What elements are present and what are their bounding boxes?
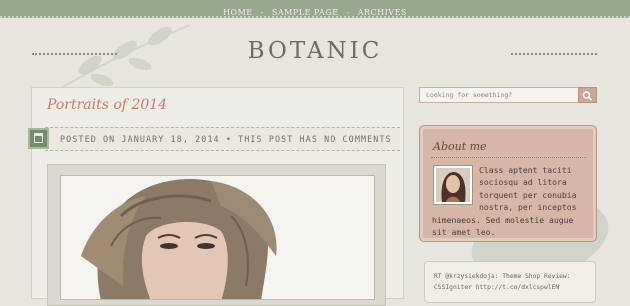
- search-input[interactable]: [420, 88, 578, 102]
- nav-item-sample-page[interactable]: SAMPLE PAGE: [272, 8, 339, 17]
- top-nav-bar: HOME - SAMPLE PAGE - ARCHIVES: [0, 0, 630, 18]
- search-button[interactable]: [578, 87, 597, 103]
- header-divider-right: [511, 53, 597, 55]
- twitter-widget: RT @krzysiekdoja: Theme Shop Review: CSS…: [424, 261, 596, 303]
- search-icon: [582, 91, 593, 101]
- about-widget: About me Class aptent taciti sociosqu ad…: [419, 125, 597, 242]
- nav-item-home[interactable]: HOME: [223, 8, 253, 17]
- post-image[interactable]: [60, 175, 375, 300]
- search-box: [419, 87, 597, 103]
- portrait-image: [61, 176, 374, 299]
- tweet-text[interactable]: RT @krzysiekdoja: Theme Shop Review: CSS…: [434, 271, 590, 293]
- post-meta: POSTED ON JANUARY 18, 2014 • THIS POST H…: [60, 134, 392, 144]
- post-meta-bar: POSTED ON JANUARY 18, 2014 • THIS POST H…: [45, 127, 400, 151]
- nav-menu: HOME - SAMPLE PAGE - ARCHIVES: [219, 8, 411, 17]
- about-title: About me: [433, 140, 487, 153]
- calendar-icon: [28, 128, 49, 149]
- nav-separator: -: [260, 8, 264, 17]
- post-title[interactable]: Portraits of 2014: [47, 97, 167, 113]
- about-text: Class aptent taciti sociosqu ad litora t…: [432, 164, 590, 238]
- about-divider: [431, 157, 587, 158]
- site-title[interactable]: BOTANIC: [0, 38, 630, 64]
- nav-item-archives[interactable]: ARCHIVES: [358, 8, 407, 17]
- nav-separator: -: [346, 8, 350, 17]
